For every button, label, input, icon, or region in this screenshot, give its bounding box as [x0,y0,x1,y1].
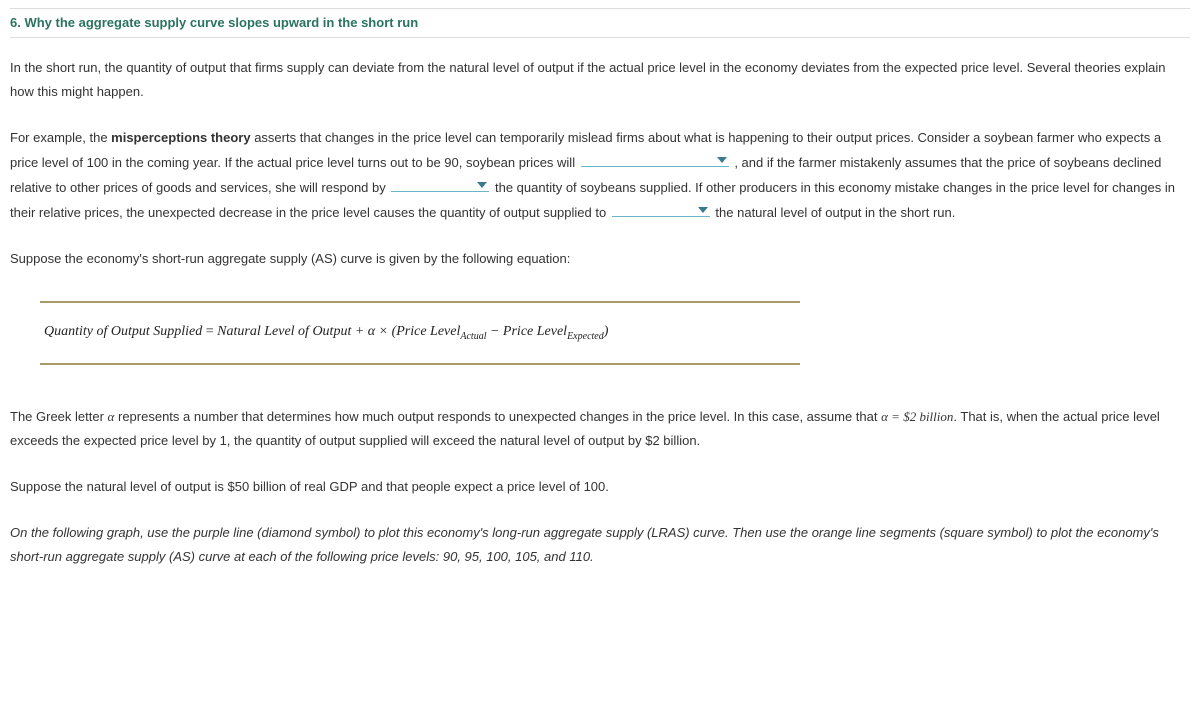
eq-sub-actual: Actual [460,331,486,342]
dropdown-output-supplied[interactable] [612,200,710,217]
equation-block: Quantity of Output Supplied = Natural Le… [40,301,800,364]
text-segment: The Greek letter [10,409,108,424]
dropdown-prices-will[interactable] [581,150,729,167]
dropdown-respond-by[interactable] [391,175,489,192]
text-segment: the natural level of output in the short… [712,205,956,220]
chevron-down-icon [698,207,708,213]
paragraph-intro: In the short run, the quantity of output… [10,56,1190,104]
alpha-value: α = $2 billion [881,409,953,424]
eq-mid: − Price Level [486,324,567,339]
equation-content: Quantity of Output Supplied = Natural Le… [40,303,800,362]
paragraph-misperceptions: For example, the misperceptions theory a… [10,126,1190,225]
chevron-down-icon [477,182,487,188]
eq-end: ) [604,324,609,339]
theory-name: misperceptions theory [111,130,250,145]
eq-rhs-1: Natural Level of Output + α × (Price Lev… [217,324,460,339]
eq-equals: = [202,324,217,339]
question-header: 6. Why the aggregate supply curve slopes… [10,8,1190,38]
text-segment: represents a number that determines how … [114,409,881,424]
paragraph-natural-level: Suppose the natural level of output is $… [10,475,1190,499]
chevron-down-icon [717,157,727,163]
eq-sub-expected: Expected [567,331,604,342]
eq-lhs: Quantity of Output Supplied [44,324,202,339]
question-title: 6. Why the aggregate supply curve slopes… [10,15,418,30]
equation-bottom-rule [40,363,800,365]
text-segment: For example, the [10,130,111,145]
paragraph-graph-instruction: On the following graph, use the purple l… [10,521,1190,569]
paragraph-alpha: The Greek letter α represents a number t… [10,405,1190,453]
paragraph-equation-intro: Suppose the economy's short-run aggregat… [10,247,1190,271]
